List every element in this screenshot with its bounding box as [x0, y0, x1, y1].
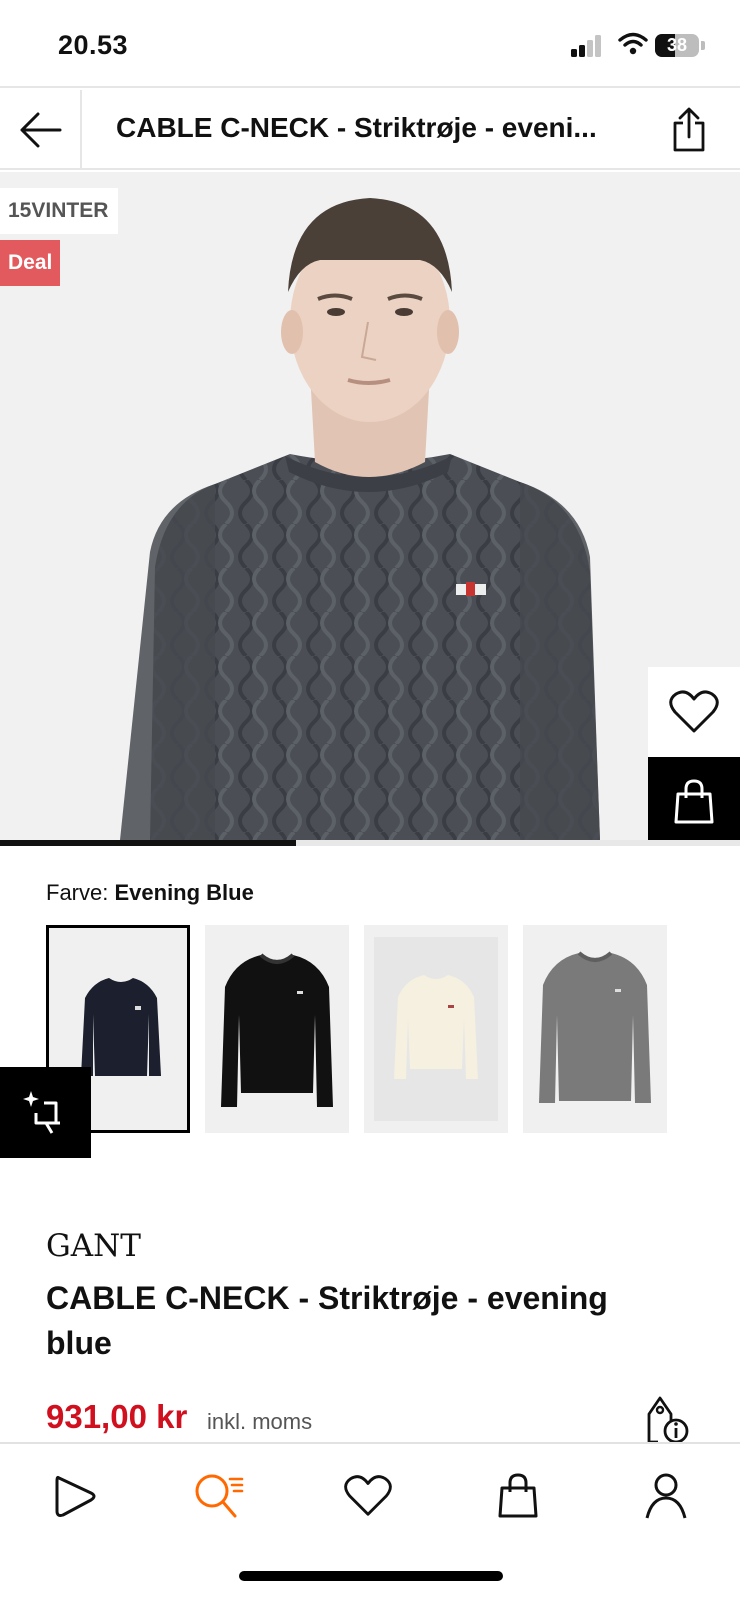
- selected-color-name: Evening Blue: [114, 880, 254, 905]
- search-icon: [195, 1474, 244, 1518]
- nav-account[interactable]: [636, 1466, 696, 1526]
- product-image-gallery[interactable]: 15VINTER Deal: [0, 172, 740, 840]
- color-swatch-grey[interactable]: [523, 925, 667, 1133]
- product-photo: [120, 198, 600, 840]
- nav-search[interactable]: [188, 1466, 248, 1526]
- bag-icon: [498, 1473, 538, 1518]
- campaign-badge: 15VINTER: [0, 188, 119, 234]
- share-button[interactable]: [664, 104, 714, 156]
- account-icon: [645, 1473, 687, 1519]
- share-icon: [673, 107, 705, 152]
- shopping-bag-icon: [674, 779, 714, 824]
- back-button[interactable]: [0, 90, 82, 170]
- add-to-wishlist-button[interactable]: [648, 667, 740, 757]
- color-swatch-cream[interactable]: [364, 925, 508, 1133]
- sweater-grey-thumbnail: [539, 951, 651, 1103]
- home-indicator: [239, 1571, 503, 1581]
- wifi-icon: [618, 32, 648, 55]
- sweater-black-thumbnail: [221, 953, 333, 1107]
- nav-wishlist[interactable]: [338, 1466, 398, 1526]
- heart-icon: [344, 1475, 392, 1516]
- gallery-progress: [0, 840, 740, 846]
- status-time: 20.53: [58, 30, 129, 60]
- add-to-bag-button[interactable]: [648, 757, 740, 840]
- virtual-try-on-button[interactable]: [0, 1067, 91, 1158]
- price-vat-note: inkl. moms: [207, 1409, 313, 1434]
- price-info-button[interactable]: [645, 1394, 695, 1446]
- color-label: Farve: Evening Blue: [46, 880, 254, 906]
- nav-bag[interactable]: [488, 1466, 548, 1526]
- battery-icon: 38: [655, 34, 699, 57]
- heart-icon: [669, 690, 719, 733]
- sweater-cream-thumbnail: [374, 937, 498, 1121]
- product-name: CABLE C-NECK - Striktrøje - evening blue: [46, 1280, 608, 1361]
- nav-home[interactable]: [44, 1466, 104, 1526]
- price-tag-info-icon: [647, 1396, 689, 1444]
- product-brand[interactable]: GANT: [46, 1228, 141, 1264]
- color-label-prefix: Farve:: [46, 880, 109, 905]
- product-header: CABLE C-NECK - Striktrøje - eveni...: [0, 90, 740, 170]
- cellular-signal-icon: [571, 33, 603, 57]
- product-price: 931,00 kr: [46, 1398, 188, 1435]
- battery-level: 38: [666, 35, 688, 55]
- sparkle-crop-icon: [22, 1090, 60, 1134]
- home-icon: [55, 1475, 96, 1517]
- color-swatch-black[interactable]: [205, 925, 349, 1133]
- status-bar: 20.53 38: [0, 0, 740, 88]
- page-title: CABLE C-NECK - Striktrøje - eveni...: [116, 112, 597, 143]
- arrow-left-icon: [20, 112, 62, 148]
- deal-badge: Deal: [0, 240, 61, 286]
- gallery-progress-fill: [0, 840, 296, 846]
